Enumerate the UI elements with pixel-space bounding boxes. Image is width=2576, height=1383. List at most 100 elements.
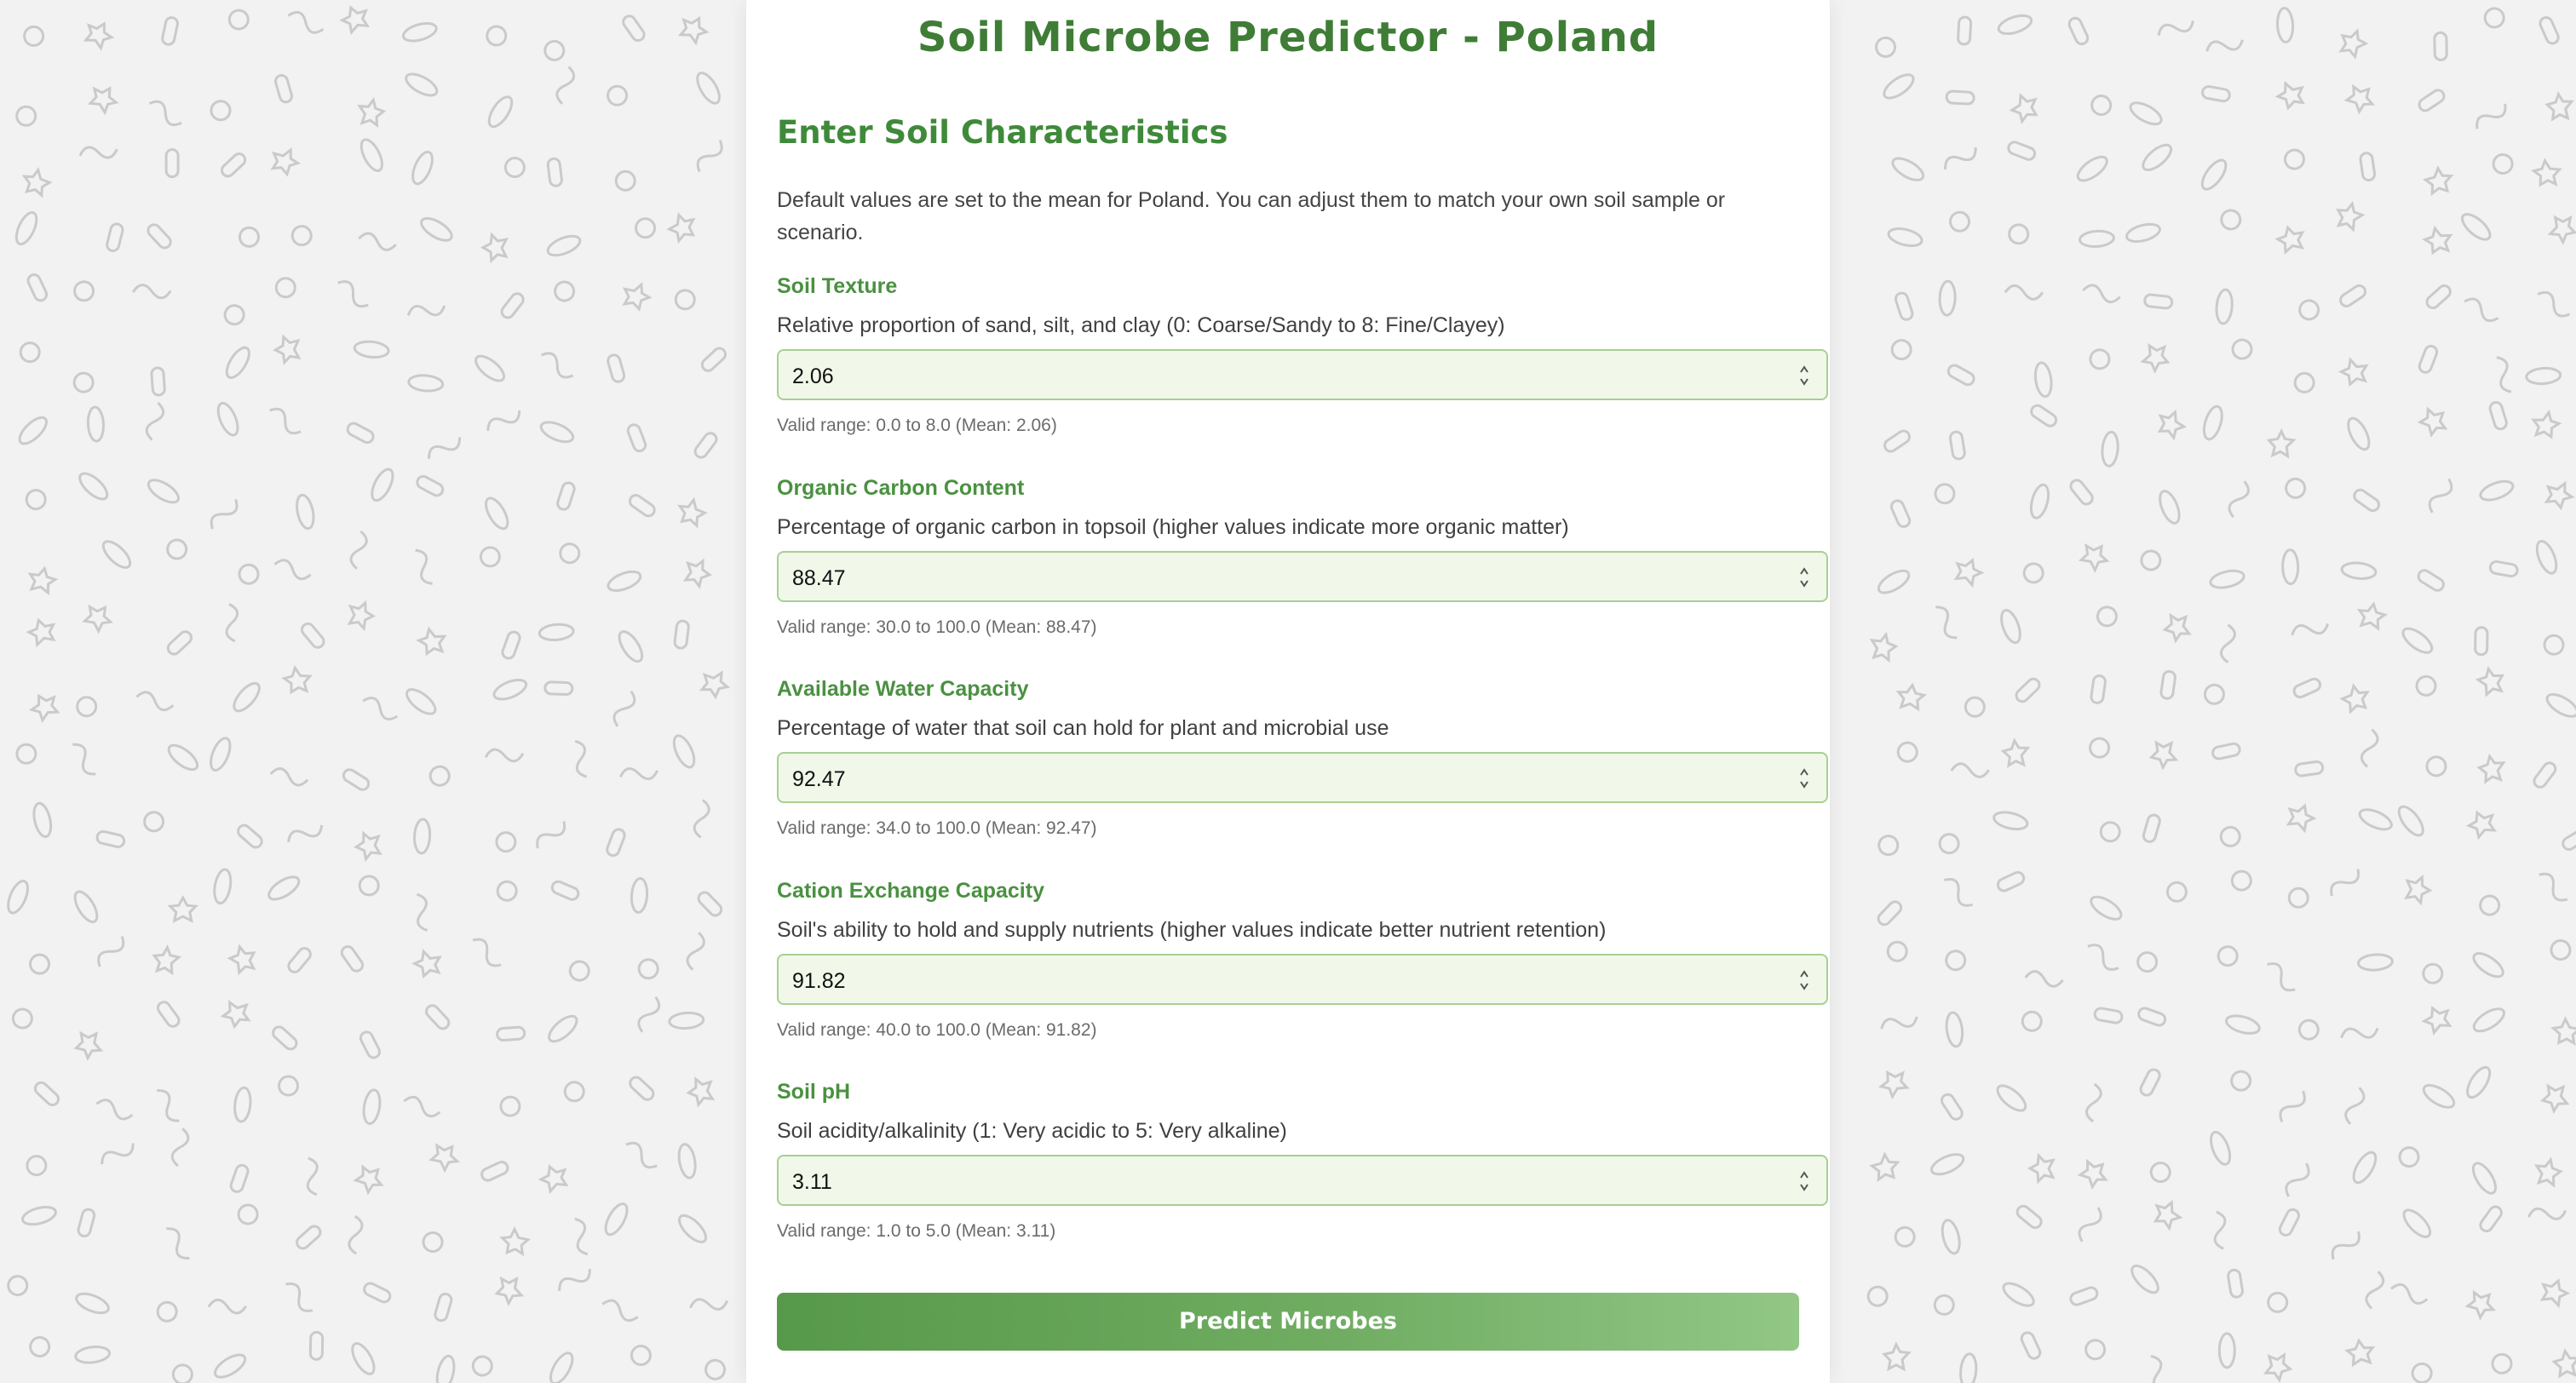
microbe-doodle xyxy=(287,947,312,973)
microbe-doodle xyxy=(1938,833,1960,855)
spinner-icon[interactable] xyxy=(1799,967,1809,993)
microbe-doodle xyxy=(342,768,371,791)
microbe-doodle xyxy=(1882,1341,1912,1372)
microbe-doodle xyxy=(672,734,696,769)
field-description: Percentage of water that soil can hold f… xyxy=(777,716,1389,740)
spinner-icon[interactable] xyxy=(1799,363,1809,388)
microbe-doodle xyxy=(1877,900,1903,927)
microbe-doodle xyxy=(2000,609,2021,645)
microbe-doodle xyxy=(2263,1351,2293,1383)
microbe-doodle xyxy=(337,280,369,308)
microbe-doodle xyxy=(1948,430,1966,461)
microbe-doodle xyxy=(2286,803,2317,834)
microbe-doodle xyxy=(558,1269,591,1291)
microbe-doodle xyxy=(233,1086,252,1123)
microbe-doodle xyxy=(2545,692,2576,718)
microbe-doodle xyxy=(2475,103,2507,129)
microbe-doodle xyxy=(273,559,312,581)
microbe-doodle xyxy=(213,868,233,905)
microbe-doodle xyxy=(296,1225,322,1250)
microbe-doodle xyxy=(351,1342,376,1375)
microbe-doodle xyxy=(2417,569,2445,592)
microbe-doodle xyxy=(2356,601,2388,631)
spinner-icon[interactable] xyxy=(1799,1168,1809,1194)
intro-text: Default values are set to the mean for P… xyxy=(777,188,1726,244)
microbe-doodle xyxy=(171,1363,193,1383)
microbe-doodle xyxy=(618,630,644,663)
microbe-doodle xyxy=(2533,761,2557,789)
microbe-doodle xyxy=(626,423,647,453)
field-description: Soil's ability to hold and supply nutrie… xyxy=(777,918,1607,942)
microbe-doodle xyxy=(1950,762,1990,778)
microbe-doodle xyxy=(407,374,445,393)
microbe-doodle xyxy=(210,499,239,530)
microbe-doodle xyxy=(1930,1153,1965,1176)
microbe-doodle xyxy=(612,690,636,727)
spinner-icon[interactable] xyxy=(1799,766,1809,791)
microbe-doodle xyxy=(78,146,118,159)
microbe-doodle xyxy=(156,1300,178,1323)
microbe-doodle xyxy=(2479,894,2501,916)
microbe-doodle xyxy=(2139,1068,2161,1097)
microbe-doodle xyxy=(2278,1208,2301,1237)
microbe-doodle xyxy=(501,630,521,660)
microbe-doodle xyxy=(2397,805,2424,837)
microbe-doodle xyxy=(668,1011,705,1030)
microbe-doodle xyxy=(472,938,502,967)
microbe-doodle xyxy=(26,273,49,302)
microbe-doodle xyxy=(2200,158,2228,191)
microbe-doodle xyxy=(1945,89,1975,106)
microbe-doodle xyxy=(21,1205,57,1226)
microbe-doodle xyxy=(2527,1207,2567,1220)
microbe-doodle xyxy=(416,474,445,497)
microbe-doodle xyxy=(2219,825,2241,847)
microbe-doodle xyxy=(77,1208,96,1237)
predict-microbes-button[interactable]: Predict Microbes xyxy=(777,1293,1799,1351)
microbe-doodle xyxy=(29,1335,51,1357)
microbe-doodle xyxy=(435,1354,456,1383)
microbe-doodle xyxy=(2292,677,2322,699)
microbe-doodle xyxy=(238,563,260,585)
microbe-doodle xyxy=(2491,1352,2513,1374)
microbe-doodle xyxy=(2078,229,2115,249)
microbe-doodle xyxy=(2099,821,2121,843)
soil-texture-input[interactable]: 2.06 xyxy=(777,349,1828,400)
microbe-doodle xyxy=(274,277,296,299)
microbe-doodle xyxy=(362,697,399,720)
spinner-icon[interactable] xyxy=(1799,565,1809,590)
microbe-doodle xyxy=(135,691,175,712)
microbe-doodle xyxy=(2078,542,2110,573)
microbe-doodle xyxy=(157,1089,180,1122)
microbe-doodle xyxy=(411,150,434,186)
microbe-doodle xyxy=(2069,479,2094,506)
microbe-doodle xyxy=(2343,83,2376,115)
microbe-doodle xyxy=(2266,428,2297,459)
microbe-doodle xyxy=(166,630,193,656)
microbe-doodle xyxy=(2142,813,2161,843)
organic-carbon-input[interactable]: 88.47 xyxy=(777,551,1828,602)
microbe-doodle xyxy=(1996,1084,2027,1112)
microbe-doodle xyxy=(630,1345,652,1367)
microbe-doodle xyxy=(2539,16,2560,45)
microbe-doodle xyxy=(147,223,172,250)
microbe-doodle xyxy=(308,1330,325,1361)
microbe-doodle xyxy=(29,953,51,975)
microbe-doodle xyxy=(1886,940,1908,962)
cation-exchange-input[interactable]: 91.82 xyxy=(777,954,1828,1005)
microbe-doodle xyxy=(2353,488,2381,513)
microbe-doodle xyxy=(607,570,642,592)
microbe-doodle xyxy=(2020,1331,2042,1360)
microbe-doodle xyxy=(2337,357,2369,387)
soil-ph-input[interactable]: 3.11 xyxy=(777,1155,1828,1206)
water-capacity-input[interactable]: 92.47 xyxy=(777,752,1828,803)
microbe-doodle xyxy=(601,1299,639,1323)
microbe-doodle xyxy=(229,1163,250,1193)
microbe-doodle xyxy=(539,421,575,444)
microbe-doodle xyxy=(2358,808,2393,831)
microbe-doodle xyxy=(132,284,172,300)
microbe-doodle xyxy=(2533,1156,2563,1188)
microbe-doodle xyxy=(7,1275,29,1297)
microbe-doodle xyxy=(618,767,659,781)
microbe-doodle xyxy=(156,1001,181,1028)
microbe-doodle xyxy=(357,96,387,129)
